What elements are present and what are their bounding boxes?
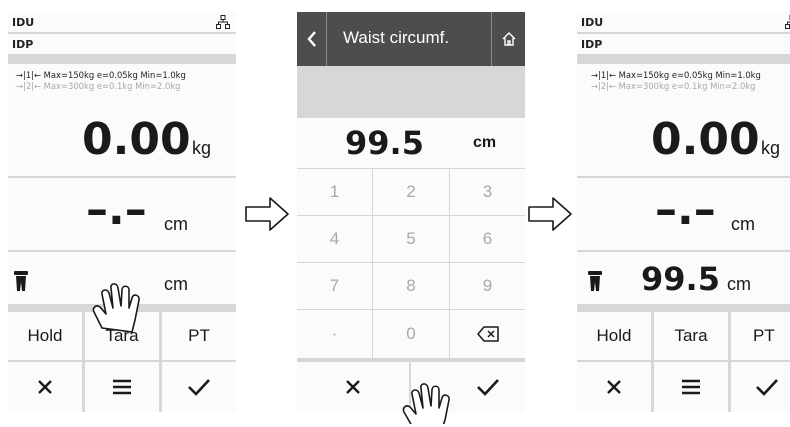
height-value: –.– — [86, 184, 147, 235]
close-icon — [346, 380, 360, 394]
backspace-icon — [476, 326, 499, 342]
confirm-button[interactable] — [162, 362, 236, 412]
menu-icon — [682, 379, 700, 395]
tara-button[interactable]: Tara — [654, 312, 728, 360]
entry-unit: cm — [473, 134, 497, 151]
waist-unit: cm — [727, 274, 751, 294]
check-icon — [188, 379, 210, 396]
range-info: →|1|← Max=150kg e=0.05kg Min=1.0kg →|2|←… — [577, 64, 790, 104]
weight-display: 0.00 kg — [8, 104, 236, 176]
hold-button[interactable]: Hold — [577, 312, 651, 360]
key-8[interactable]: 8 — [373, 263, 449, 309]
backspace-button[interactable] — [450, 310, 525, 358]
entry-display: 99.5 cm — [297, 118, 525, 168]
range-info: →|1|← Max=150kg e=0.05kg Min=1.0kg →|2|←… — [8, 64, 236, 104]
menu-button[interactable] — [85, 362, 159, 412]
home-icon — [502, 32, 515, 46]
arrow-right-icon — [245, 197, 289, 231]
height-display[interactable]: –.– cm — [8, 178, 236, 250]
close-icon — [38, 380, 52, 394]
idp-row: IDP — [8, 34, 236, 54]
pt-button[interactable]: PT — [162, 312, 236, 360]
waist-icon — [14, 271, 28, 291]
close-icon — [607, 380, 621, 394]
waist-icon — [588, 271, 602, 291]
height-unit: cm — [164, 214, 188, 234]
range-1-text: →|1|← Max=150kg e=0.05kg Min=1.0kg — [16, 70, 186, 80]
height-value: –.– — [655, 184, 716, 235]
height-unit: cm — [731, 214, 755, 234]
key-2[interactable]: 2 — [373, 169, 449, 215]
idu-row: IDU — [577, 12, 790, 32]
middle-screen: Waist circumf. 99.5 cm 1 2 3 4 5 6 7 8 9… — [297, 12, 525, 412]
weight-unit: kg — [761, 138, 781, 158]
waist-value: 99.5 — [641, 260, 720, 298]
idp-label: IDP — [12, 38, 34, 51]
hold-button[interactable]: Hold — [8, 312, 82, 360]
idp-row: IDP — [577, 34, 790, 54]
weight-display: 0.00 kg — [577, 104, 790, 176]
key-6[interactable]: 6 — [450, 216, 525, 262]
menu-icon — [113, 379, 131, 395]
confirm-button[interactable] — [731, 362, 790, 412]
cancel-button[interactable] — [577, 362, 651, 412]
key-4[interactable]: 4 — [297, 216, 372, 262]
check-icon — [756, 379, 778, 396]
hand-pointer-icon — [92, 283, 140, 333]
chevron-left-icon — [306, 31, 316, 47]
hand-pointer-icon — [402, 383, 450, 424]
range-2-text: →|2|← Max=300kg e=0.1kg Min=2.0kg — [16, 81, 181, 91]
key-decimal[interactable]: · — [297, 310, 372, 358]
range-2-text: →|2|← Max=300kg e=0.1kg Min=2.0kg — [591, 81, 756, 91]
idu-row: IDU — [8, 12, 236, 32]
back-button[interactable] — [297, 12, 327, 66]
cancel-button[interactable] — [297, 362, 409, 412]
pt-button[interactable]: PT — [731, 312, 790, 360]
key-3[interactable]: 3 — [450, 169, 525, 215]
network-icon — [785, 15, 790, 29]
idp-label: IDP — [581, 38, 603, 51]
menu-button[interactable] — [654, 362, 728, 412]
idu-label: IDU — [581, 16, 604, 29]
network-icon — [216, 15, 230, 29]
weight-value: 0.00 — [651, 114, 760, 165]
weight-unit: kg — [192, 138, 212, 158]
cancel-button[interactable] — [8, 362, 82, 412]
waist-unit: cm — [164, 274, 188, 294]
title-bar: Waist circumf. — [297, 12, 525, 66]
height-display[interactable]: –.– cm — [577, 178, 790, 250]
right-screen: IDU IDP →|1|← Max=150kg e=0.05kg Min=1.0… — [577, 12, 790, 412]
page-title: Waist circumf. — [343, 28, 450, 47]
home-button[interactable] — [491, 12, 525, 66]
left-screen: IDU IDP →|1|← Max=150kg e=0.05kg Min=1.0… — [8, 12, 236, 412]
idu-label: IDU — [12, 16, 35, 29]
key-5[interactable]: 5 — [373, 216, 449, 262]
arrow-right-icon — [528, 197, 572, 231]
weight-value: 0.00 — [82, 114, 191, 165]
waist-display[interactable]: 99.5 cm — [577, 252, 790, 304]
key-0[interactable]: 0 — [373, 310, 449, 358]
entry-value: 99.5 — [345, 124, 424, 162]
range-1-text: →|1|← Max=150kg e=0.05kg Min=1.0kg — [591, 70, 761, 80]
key-1[interactable]: 1 — [297, 169, 372, 215]
key-9[interactable]: 9 — [450, 263, 525, 309]
key-7[interactable]: 7 — [297, 263, 372, 309]
check-icon — [477, 379, 499, 396]
